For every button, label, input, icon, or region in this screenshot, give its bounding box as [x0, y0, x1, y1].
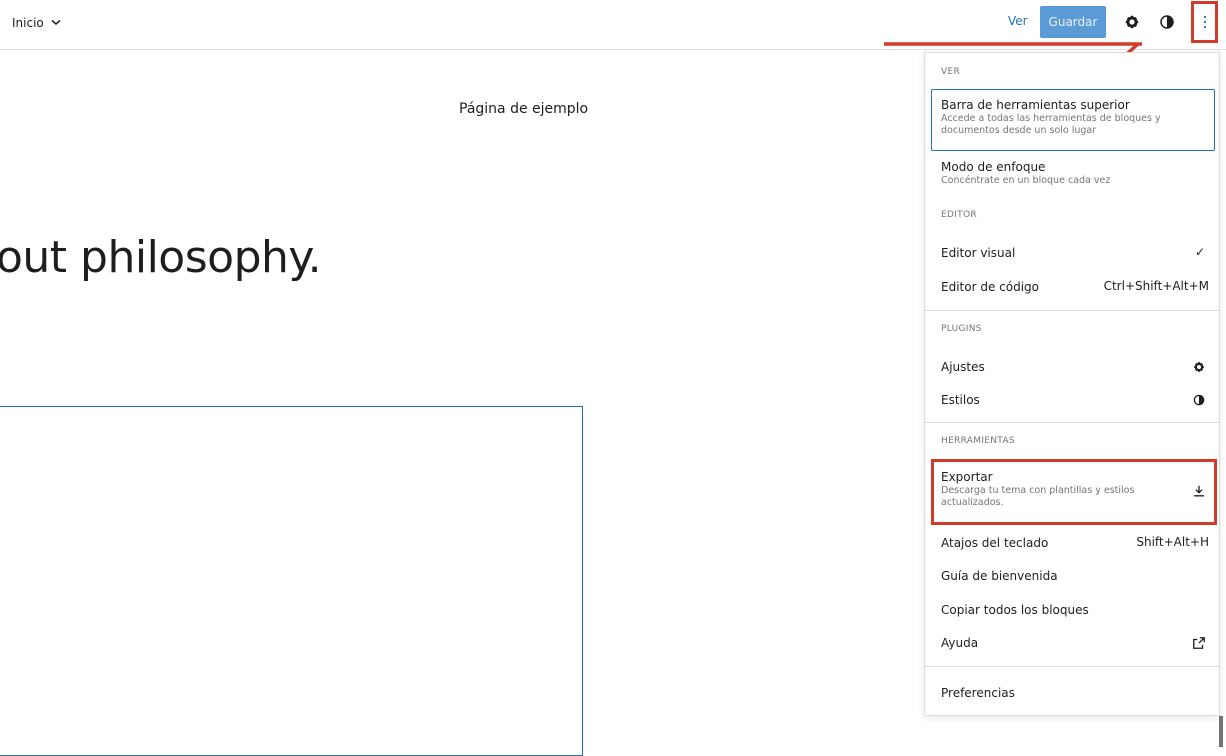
settings-icon: [1191, 359, 1207, 375]
scrollbar-track: [1220, 50, 1226, 747]
menu-item-preferences[interactable]: Preferencias: [929, 685, 1217, 701]
menu-item-title: Estilos: [941, 393, 980, 407]
menu-item-description: Accede a todas las herramientas de bloqu…: [941, 113, 1161, 136]
external-link-icon: [1191, 635, 1207, 651]
menu-item-title: Editor visual: [941, 246, 1016, 260]
page-title: Página de ejemplo: [459, 101, 589, 117]
menu-item-copy-all-blocks[interactable]: Copiar todos los bloques: [929, 602, 1217, 618]
styles-icon[interactable]: [1157, 12, 1177, 32]
menu-item-title: Copiar todos los bloques: [941, 603, 1089, 617]
more-vertical-icon: [1203, 15, 1207, 29]
menu-item-title: Guía de bienvenida: [941, 569, 1058, 583]
menu-item-keyboard-shortcuts[interactable]: Atajos del teclado Shift+Alt+H: [929, 535, 1217, 551]
menu-item-title: Ajustes: [941, 360, 985, 374]
menu-item-styles[interactable]: Estilos: [929, 392, 1217, 408]
menu-item-welcome-guide[interactable]: Guía de bienvenida: [929, 568, 1217, 584]
menu-item-description: Descarga tu tema con plantillas y estilo…: [941, 485, 1135, 508]
more-options-menu: VER Barra de herramientas superior Acced…: [924, 52, 1220, 716]
menu-item-description: Concéntrate en un bloque cada vez: [941, 175, 1111, 186]
menu-item-visual-editor[interactable]: Editor visual ✓: [929, 245, 1217, 261]
chevron-down-icon: [50, 16, 62, 31]
menu-item-title: Ayuda: [941, 636, 979, 650]
settings-icon[interactable]: [1122, 12, 1142, 32]
heading-block[interactable]: out philosophy.: [0, 232, 322, 283]
menu-item-shortcut: Shift+Alt+H: [1136, 535, 1209, 549]
download-icon: [1191, 483, 1207, 499]
menu-item-shortcut: Ctrl+Shift+Alt+M: [1103, 279, 1209, 293]
menu-item-focus-mode[interactable]: Modo de enfoque Concéntrate en un bloque…: [929, 159, 1217, 187]
more-options-button[interactable]: [1191, 1, 1218, 43]
menu-item-settings[interactable]: Ajustes: [929, 359, 1217, 375]
view-link[interactable]: Ver: [1008, 14, 1028, 28]
section-header-tools: HERRAMIENTAS: [941, 436, 1015, 446]
selected-block[interactable]: [0, 406, 583, 756]
check-icon: ✓: [1194, 245, 1205, 259]
section-header-ver: VER: [941, 67, 960, 77]
menu-item-title: Barra de herramientas superior: [941, 98, 1130, 112]
menu-item-export[interactable]: Exportar Descarga tu tema con plantillas…: [929, 469, 1217, 509]
menu-divider: [925, 310, 1219, 311]
menu-item-top-toolbar[interactable]: Barra de herramientas superior Accede a …: [929, 97, 1217, 137]
styles-icon: [1191, 392, 1207, 408]
menu-divider: [925, 666, 1219, 667]
section-header-plugins: PLUGINS: [941, 324, 982, 334]
menu-item-help[interactable]: Ayuda: [929, 635, 1217, 651]
menu-item-title: Preferencias: [941, 686, 1015, 700]
page-selector-label: Inicio: [12, 16, 44, 30]
menu-divider: [925, 422, 1219, 423]
scrollbar-thumb[interactable]: [1219, 716, 1223, 747]
page-selector[interactable]: Inicio: [12, 0, 62, 46]
section-header-editor: EDITOR: [941, 210, 977, 220]
menu-item-title: Modo de enfoque: [941, 160, 1046, 174]
menu-item-code-editor[interactable]: Editor de código Ctrl+Shift+Alt+M: [929, 279, 1217, 295]
menu-item-title: Exportar: [941, 470, 993, 484]
